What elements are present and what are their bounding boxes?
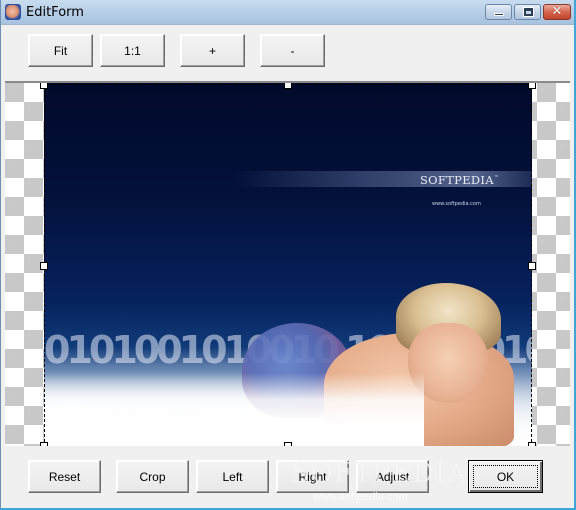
image-canvas[interactable]: SOFTPEDIA™ www.softpedia.com 01010010100… <box>5 81 570 446</box>
adjust-button[interactable]: Adjust <box>356 460 429 493</box>
app-icon <box>5 4 21 20</box>
crop-button-label: Crop <box>139 469 166 484</box>
brand-logo-text: SOFTPEDIA™ <box>420 173 499 187</box>
resize-handle-top-left[interactable] <box>40 83 48 89</box>
fit-button[interactable]: Fit <box>28 34 93 67</box>
rotate-right-button[interactable]: Right <box>276 460 349 493</box>
adjust-button-label: Adjust <box>375 469 410 484</box>
resize-handle-right[interactable] <box>528 262 536 270</box>
ok-button[interactable]: OK <box>468 460 543 493</box>
maximize-button[interactable] <box>514 4 541 20</box>
close-icon: ✕ <box>551 4 563 19</box>
brand-url: www.softpedia.com <box>432 201 481 207</box>
crop-button[interactable]: Crop <box>116 460 189 493</box>
title-bar[interactable]: EditForm ✕ <box>1 0 574 25</box>
resize-handle-left[interactable] <box>40 262 48 270</box>
close-button[interactable]: ✕ <box>543 4 571 20</box>
reset-button[interactable]: Reset <box>28 460 101 493</box>
minimize-icon <box>494 13 504 16</box>
zoom-out-button[interactable]: - <box>260 34 325 67</box>
resize-handle-top-right[interactable] <box>528 83 536 89</box>
resize-handle-bottom-right[interactable] <box>528 442 536 446</box>
brand-name: SOFTPEDIA <box>420 173 494 187</box>
resize-handle-top[interactable] <box>284 83 292 89</box>
window-title: EditForm <box>26 5 84 20</box>
image-preview: SOFTPEDIA™ www.softpedia.com 01010010100… <box>44 83 532 446</box>
rotate-right-button-label: Right <box>298 469 327 484</box>
minimize-button[interactable] <box>485 4 512 20</box>
rotate-left-button[interactable]: Left <box>196 460 269 493</box>
resize-handle-bottom-left[interactable] <box>40 442 48 446</box>
trademark-symbol: ™ <box>493 175 500 182</box>
reset-button-label: Reset <box>48 469 81 484</box>
actual-size-button[interactable]: 1:1 <box>100 34 165 67</box>
fit-button-label: Fit <box>53 43 68 58</box>
zoom-in-button[interactable]: + <box>180 34 245 67</box>
zoom-out-button-label: - <box>290 43 295 58</box>
maximize-icon <box>524 8 533 16</box>
foreground-clouds <box>44 373 424 446</box>
ok-button-label: OK <box>496 469 515 484</box>
edit-form-window: EditForm ✕ Fit 1:1 + - SOFTPEDIA™ www.so… <box>0 0 576 510</box>
rotate-left-button-label: Left <box>222 469 243 484</box>
resize-handle-bottom[interactable] <box>284 442 292 446</box>
zoom-in-button-label: + <box>208 43 216 58</box>
actual-size-button-label: 1:1 <box>124 43 141 58</box>
